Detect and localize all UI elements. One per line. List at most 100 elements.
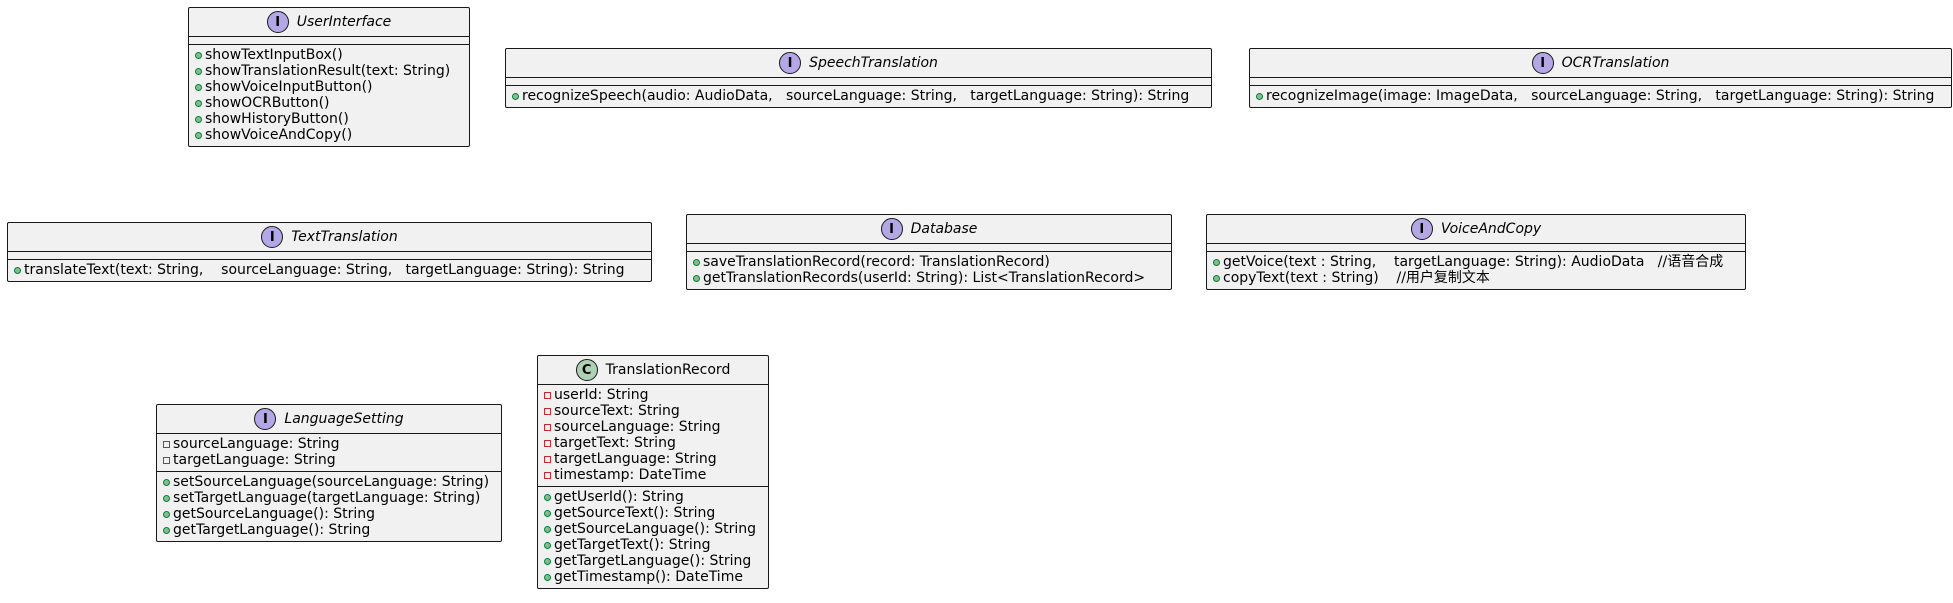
- method-row: getSourceLanguage(): String: [163, 506, 495, 522]
- uml-class-translation-record: C TranslationRecord userId: String sourceTe…: [537, 355, 769, 589]
- public-marker: [1213, 258, 1220, 266]
- method-text: showHistoryButton(): [205, 111, 349, 127]
- method-text: getTargetLanguage(): String: [554, 553, 752, 569]
- method-row: showTextInputBox(): [195, 47, 463, 63]
- method-row: showTranslationResult(text: String): [195, 63, 463, 79]
- private-visibility-icon: [544, 455, 554, 463]
- private-marker: [163, 440, 170, 448]
- public-visibility-icon: [512, 92, 522, 100]
- uml-interface-database: I Database saveTranslationRecord(record: T…: [686, 214, 1172, 290]
- public-marker: [163, 478, 170, 486]
- attribute-row: sourceLanguage: String: [544, 419, 762, 435]
- method-row: recognizeSpeech(audio: AudioData, source…: [512, 88, 1205, 104]
- attribute-text: targetLanguage: String: [554, 451, 717, 467]
- interface-marker-icon: I: [1531, 52, 1554, 74]
- method-row: setSourceLanguage(sourceLanguage: String…: [163, 474, 495, 490]
- uml-interface-user-interface: I UserInterface showTextInputBox() showTran…: [188, 7, 470, 147]
- public-visibility-icon: [14, 266, 24, 274]
- method-text: showTextInputBox(): [205, 47, 343, 63]
- class-marker-icon: C: [575, 359, 598, 381]
- public-marker: [1256, 92, 1263, 100]
- attribute-text: sourceText: String: [554, 403, 680, 419]
- methods-section: showTextInputBox() showTranslationResult(…: [189, 45, 469, 146]
- public-marker: [693, 274, 700, 282]
- private-marker: [163, 456, 170, 464]
- public-visibility-icon: [544, 541, 554, 549]
- uml-name: SpeechTranslation: [809, 55, 938, 71]
- public-visibility-icon: [693, 258, 703, 266]
- attribute-text: sourceLanguage: String: [554, 419, 721, 435]
- attributes-section: [8, 252, 651, 260]
- public-marker: [195, 67, 202, 75]
- method-row: getTranslationRecords(userId: String): L…: [693, 270, 1165, 286]
- method-text: showOCRButton(): [205, 95, 330, 111]
- method-row: getTargetLanguage(): String: [544, 553, 762, 569]
- method-text: setSourceLanguage(sourceLanguage: String…: [173, 474, 490, 490]
- methods-section: getVoice(text : String, targetLanguage: …: [1207, 252, 1745, 289]
- method-row: getSourceLanguage(): String: [544, 521, 762, 537]
- uml-interface-text-translation: I TextTranslation translateText(text: Stri…: [7, 222, 652, 282]
- attributes-section: [506, 78, 1211, 86]
- public-marker: [14, 266, 21, 274]
- public-visibility-icon: [693, 274, 703, 282]
- method-text: saveTranslationRecord(record: Translatio…: [703, 254, 1050, 270]
- method-text: setTargetLanguage(targetLanguage: String…: [173, 490, 481, 506]
- method-row: recognizeImage(image: ImageData, sourceL…: [1256, 88, 1945, 104]
- public-marker: [195, 99, 202, 107]
- method-text: getSourceLanguage(): String: [554, 521, 757, 537]
- private-marker: [544, 471, 551, 479]
- public-marker: [1213, 274, 1220, 282]
- uml-name: UserInterface: [296, 14, 392, 30]
- attributes-section: userId: String sourceText: String sourceLa…: [538, 385, 768, 487]
- public-visibility-icon: [195, 99, 205, 107]
- public-visibility-icon: [544, 573, 554, 581]
- uml-header: I SpeechTranslation: [506, 49, 1211, 78]
- method-row: showVoiceInputButton(): [195, 79, 463, 95]
- attributes-section: [1207, 244, 1745, 252]
- methods-section: recognizeSpeech(audio: AudioData, source…: [506, 86, 1211, 107]
- uml-header: C TranslationRecord: [538, 356, 768, 385]
- uml-name: LanguageSetting: [284, 411, 404, 427]
- method-row: showVoiceAndCopy(): [195, 127, 463, 143]
- public-visibility-icon: [195, 67, 205, 75]
- method-text: showVoiceAndCopy(): [205, 127, 353, 143]
- uml-header: I Database: [687, 215, 1171, 244]
- method-text: recognizeSpeech(audio: AudioData, source…: [522, 88, 1190, 104]
- methods-section: translateText(text: String, sourceLangua…: [8, 260, 651, 281]
- private-visibility-icon: [544, 471, 554, 479]
- attribute-row: sourceText: String: [544, 403, 762, 419]
- public-visibility-icon: [195, 83, 205, 91]
- uml-name: TranslationRecord: [605, 362, 731, 378]
- attributes-section: [687, 244, 1171, 252]
- method-row: setTargetLanguage(targetLanguage: String…: [163, 490, 495, 506]
- uml-interface-voice-and-copy: I VoiceAndCopy getVoice(text : String, tar…: [1206, 214, 1746, 290]
- method-text: getTargetText(): String: [554, 537, 711, 553]
- private-visibility-icon: [544, 391, 554, 399]
- interface-marker-icon: I: [261, 226, 284, 248]
- method-text: copyText(text : String) //用户复制文本: [1223, 270, 1490, 286]
- uml-name: VoiceAndCopy: [1440, 221, 1542, 237]
- attribute-row: targetText: String: [544, 435, 762, 451]
- interface-marker-icon: I: [254, 408, 277, 430]
- method-row: getTimestamp(): DateTime: [544, 569, 762, 585]
- public-marker: [544, 525, 551, 533]
- attribute-row: sourceLanguage: String: [163, 436, 495, 452]
- interface-marker-icon: I: [880, 218, 903, 240]
- public-visibility-icon: [1213, 258, 1223, 266]
- public-marker: [544, 493, 551, 501]
- public-marker: [544, 541, 551, 549]
- private-visibility-icon: [544, 423, 554, 431]
- public-visibility-icon: [544, 493, 554, 501]
- interface-marker-icon: I: [1410, 218, 1433, 240]
- method-row: showHistoryButton(): [195, 111, 463, 127]
- private-marker: [544, 391, 551, 399]
- method-text: showTranslationResult(text: String): [205, 63, 451, 79]
- uml-header: I VoiceAndCopy: [1207, 215, 1745, 244]
- method-row: getTargetText(): String: [544, 537, 762, 553]
- private-marker: [544, 407, 551, 415]
- public-marker: [512, 92, 519, 100]
- method-text: showVoiceInputButton(): [205, 79, 373, 95]
- method-row: getVoice(text : String, targetLanguage: …: [1213, 254, 1739, 270]
- public-marker: [163, 494, 170, 502]
- public-marker: [544, 573, 551, 581]
